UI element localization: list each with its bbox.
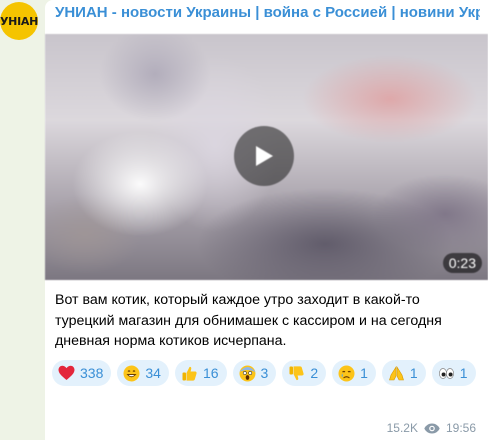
reaction-thumbs-down[interactable]: 2 [282, 360, 327, 386]
reaction-count: 1 [409, 365, 418, 381]
play-button[interactable] [234, 126, 294, 186]
reaction-eyes[interactable]: 1 [431, 360, 476, 386]
video-duration: 0:23 [442, 253, 482, 273]
message-bubble: УНИАН - новости Украины | война с Россие… [45, 0, 488, 440]
thumbs-up-icon [181, 365, 198, 382]
play-icon [256, 146, 273, 166]
reaction-count: 3 [260, 365, 269, 381]
eyes-icon [438, 365, 455, 382]
reaction-count: 338 [80, 365, 104, 381]
message-text: Вот вам котик, который каждое утро заход… [55, 292, 442, 349]
reactions-bar: 338 34 16 3 2 1 1 1 [52, 360, 482, 386]
reaction-count: 34 [145, 365, 161, 381]
reaction-count: 1 [459, 365, 468, 381]
grin-face-icon [123, 365, 140, 382]
video-preview[interactable]: 0:23 [45, 34, 488, 280]
reaction-count: 16 [202, 365, 219, 381]
channel-avatar[interactable]: УНІАН [0, 2, 38, 40]
reaction-cry[interactable]: 1 [332, 360, 376, 386]
reaction-count: 2 [310, 365, 319, 381]
pray-icon [388, 365, 405, 382]
heart-icon [58, 365, 75, 382]
reaction-count: 1 [360, 365, 368, 381]
avatar-logo-text: УНІАН [0, 14, 38, 28]
reaction-heart[interactable]: 338 [52, 360, 112, 386]
message-time: 19:56 [445, 421, 476, 435]
reaction-pray[interactable]: 1 [381, 360, 426, 386]
reaction-grin[interactable]: 34 [117, 360, 169, 386]
channel-title[interactable]: УНИАН - новости Украины | война с Россие… [55, 4, 480, 21]
scream-face-icon [239, 365, 256, 382]
reaction-scream[interactable]: 3 [232, 360, 277, 386]
reaction-thumbs-up[interactable]: 16 [174, 360, 227, 386]
thumbs-down-icon [288, 365, 305, 382]
view-count: 15.2K [386, 421, 418, 435]
eye-icon [424, 423, 440, 433]
message-meta: 15.2K 19:56 [387, 421, 476, 435]
cry-face-icon [338, 365, 355, 382]
